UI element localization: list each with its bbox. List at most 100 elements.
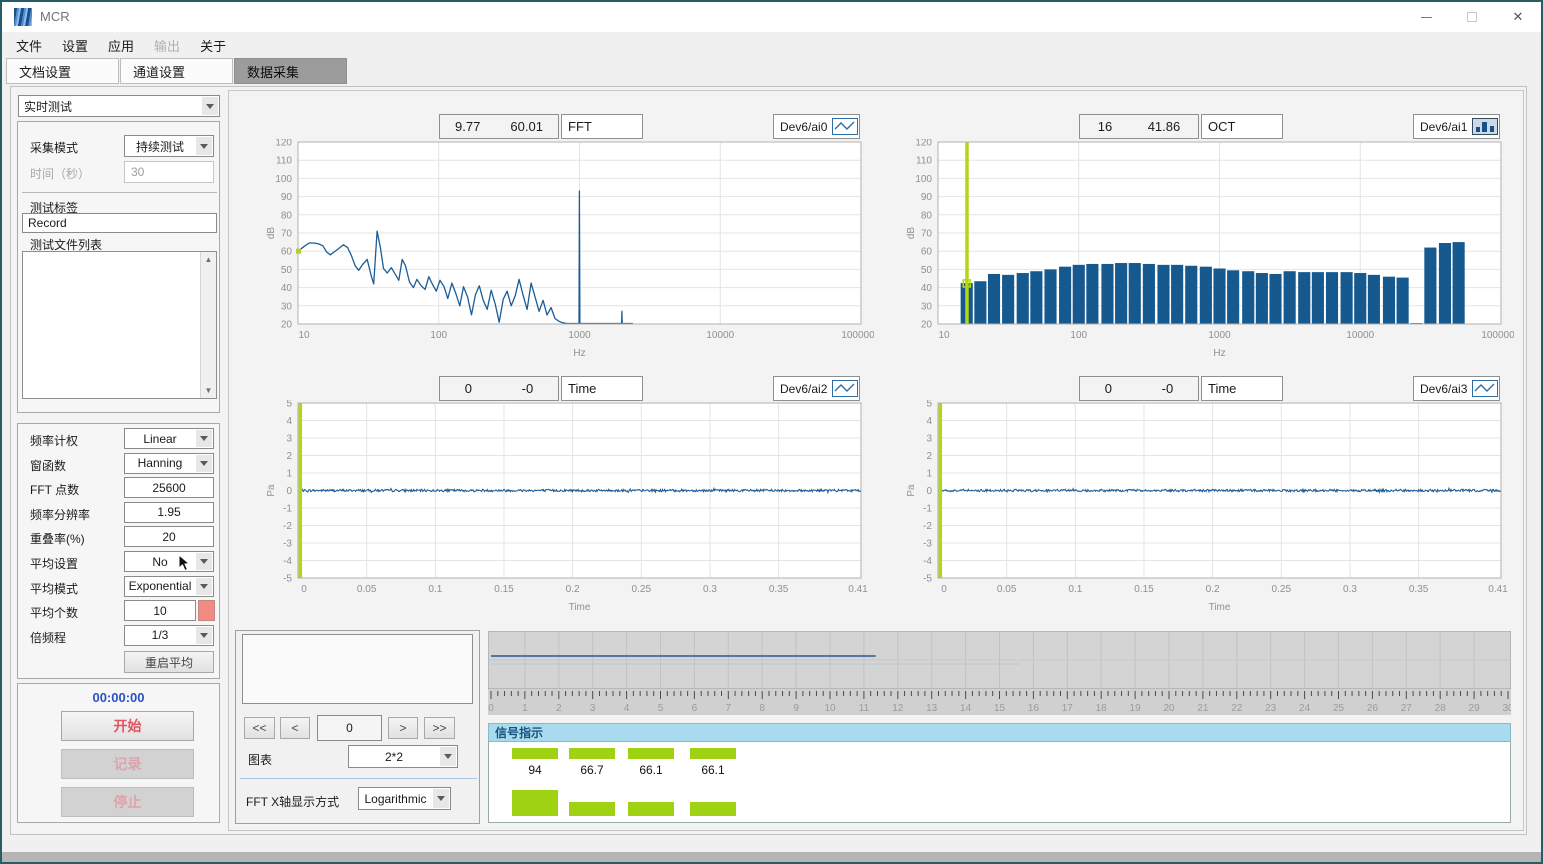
svg-text:5: 5 <box>926 400 932 410</box>
svg-text:-1: -1 <box>283 504 292 515</box>
analysis-row-label: 窗函数 <box>30 457 66 474</box>
analysis-select-8[interactable]: 1/3 <box>124 625 214 646</box>
page-next-button[interactable]: > <box>388 717 418 739</box>
time-input[interactable]: 30 <box>124 161 214 183</box>
channel-box[interactable]: Dev6/ai3 <box>1413 376 1500 401</box>
app-window: MCR ✕ 文件设置应用输出关于 文档设置通道设置数据采集 实时测试 采集模式 … <box>0 0 1543 864</box>
analysis-input-7[interactable]: 10 <box>124 600 196 621</box>
analysis-input-3[interactable]: 1.95 <box>124 502 214 523</box>
channel-box[interactable]: Dev6/ai2 <box>773 376 860 401</box>
time-plot[interactable]: -5-4-3-2-101234500.050.10.150.20.250.30.… <box>234 400 874 626</box>
analysis-select-6[interactable]: Exponential <box>124 576 214 597</box>
analysis-input-2[interactable]: 25600 <box>124 477 214 498</box>
svg-text:120: 120 <box>915 139 932 149</box>
chevron-down-icon <box>196 553 212 570</box>
chart-type-box[interactable]: OCT <box>1201 114 1283 139</box>
start-button[interactable]: 开始 <box>61 711 194 741</box>
menu-item-4[interactable]: 关于 <box>200 36 226 55</box>
average-count-flag <box>198 600 215 621</box>
svg-text:22: 22 <box>1231 703 1243 714</box>
svg-text:26: 26 <box>1367 703 1379 714</box>
close-button[interactable]: ✕ <box>1495 2 1541 32</box>
svg-text:dB: dB <box>266 227 277 240</box>
svg-text:11: 11 <box>859 703 870 714</box>
run-group: 00:00:00 开始 记录 停止 <box>17 683 220 823</box>
menu-item-1[interactable]: 设置 <box>62 36 88 55</box>
analysis-row-label: 倍频程 <box>30 629 66 646</box>
scroll-up-icon[interactable]: ▲ <box>201 252 216 267</box>
svg-text:28: 28 <box>1435 703 1447 714</box>
waveform-icon <box>832 380 858 397</box>
page-prev-button[interactable]: < <box>280 717 310 739</box>
analysis-select-0[interactable]: Linear <box>124 428 214 449</box>
analysis-row-label: 平均设置 <box>30 555 78 572</box>
signal-meter-block <box>512 790 558 816</box>
svg-text:19: 19 <box>1130 703 1142 714</box>
stop-button[interactable]: 停止 <box>61 787 194 817</box>
signal-panel-title: 信号指示 <box>488 723 1511 742</box>
tag-input[interactable]: Record <box>22 213 217 233</box>
page-first-button[interactable]: << <box>244 717 275 739</box>
channel-box[interactable]: Dev6/ai0 <box>773 114 860 139</box>
chart-type-box[interactable]: Time <box>1201 376 1283 401</box>
svg-text:0.2: 0.2 <box>1206 584 1220 595</box>
oct-plot[interactable]: 2030405060708090100110120101001000100001… <box>874 139 1514 372</box>
menu-item-0[interactable]: 文件 <box>16 36 42 55</box>
menu-item-2[interactable]: 应用 <box>108 36 134 55</box>
chart-cell-time3: 0 -0 Time Dev6/ai3 -5-4-3-2-101234500.05… <box>874 374 1514 626</box>
svg-text:20: 20 <box>921 320 933 331</box>
divider <box>22 192 217 193</box>
fft-axis-label: FFT X轴显示方式 <box>246 793 339 810</box>
fft-axis-select[interactable]: Logarithmic <box>358 787 451 810</box>
fft-plot[interactable]: 2030405060708090100110120101001000100001… <box>234 139 874 372</box>
svg-text:40: 40 <box>921 283 933 294</box>
acq-mode-select[interactable]: 持续测试 <box>124 135 214 157</box>
svg-text:100: 100 <box>430 330 447 341</box>
page-last-button[interactable]: >> <box>424 717 455 739</box>
signal-meter-block <box>628 802 674 816</box>
test-file-list[interactable]: ▲ ▼ <box>22 251 217 399</box>
chart-cell-oct: 16 41.86 OCT Dev6/ai1 203040506070809010… <box>874 94 1514 372</box>
analysis-input-4[interactable]: 20 <box>124 526 214 547</box>
tab-0[interactable]: 文档设置 <box>6 58 119 84</box>
svg-text:2: 2 <box>926 451 932 462</box>
svg-text:0.25: 0.25 <box>632 584 652 595</box>
scrollbar[interactable]: ▲ ▼ <box>200 252 216 398</box>
svg-text:-2: -2 <box>923 521 932 532</box>
channel-box[interactable]: Dev6/ai1 <box>1413 114 1500 139</box>
svg-text:4: 4 <box>624 703 630 714</box>
svg-text:-4: -4 <box>923 556 932 567</box>
svg-text:Pa: Pa <box>266 484 277 497</box>
chart-type-box[interactable]: FFT <box>561 114 643 139</box>
tab-1[interactable]: 通道设置 <box>120 58 233 84</box>
svg-text:90: 90 <box>921 192 933 203</box>
time-label: 时间（秒） <box>30 165 90 182</box>
test-mode-select[interactable]: 实时测试 <box>18 95 220 117</box>
svg-text:0.25: 0.25 <box>1272 584 1292 595</box>
minimize-button[interactable] <box>1403 2 1449 32</box>
chart-layout-select[interactable]: 2*2 <box>348 745 458 768</box>
chart-type-box[interactable]: Time <box>561 376 643 401</box>
svg-text:Hz: Hz <box>1213 348 1225 359</box>
svg-text:-4: -4 <box>283 556 292 567</box>
analysis-select-1[interactable]: Hanning <box>124 453 214 474</box>
chevron-down-icon <box>196 430 212 447</box>
svg-text:0.05: 0.05 <box>357 584 377 595</box>
tab-2[interactable]: 数据采集 <box>234 58 347 84</box>
divider <box>240 778 477 779</box>
svg-text:21: 21 <box>1197 703 1209 714</box>
signal-level-value: 66.7 <box>569 763 615 777</box>
chevron-down-icon <box>196 627 212 644</box>
analysis-select-5[interactable]: No <box>124 551 214 572</box>
restart-average-button[interactable]: 重启平均 <box>124 651 214 673</box>
svg-text:100: 100 <box>915 174 932 185</box>
record-overview-strip[interactable]: 0123456789101112131415161718192021222324… <box>488 631 1511 715</box>
time-plot[interactable]: -5-4-3-2-101234500.050.10.150.20.250.30.… <box>874 400 1514 626</box>
record-button[interactable]: 记录 <box>61 749 194 779</box>
scroll-down-icon[interactable]: ▼ <box>201 383 216 398</box>
page-number-field[interactable]: 0 <box>317 715 382 741</box>
maximize-button[interactable] <box>1449 2 1495 32</box>
message-box <box>242 634 473 704</box>
svg-text:9: 9 <box>793 703 799 714</box>
svg-text:Hz: Hz <box>573 348 585 359</box>
